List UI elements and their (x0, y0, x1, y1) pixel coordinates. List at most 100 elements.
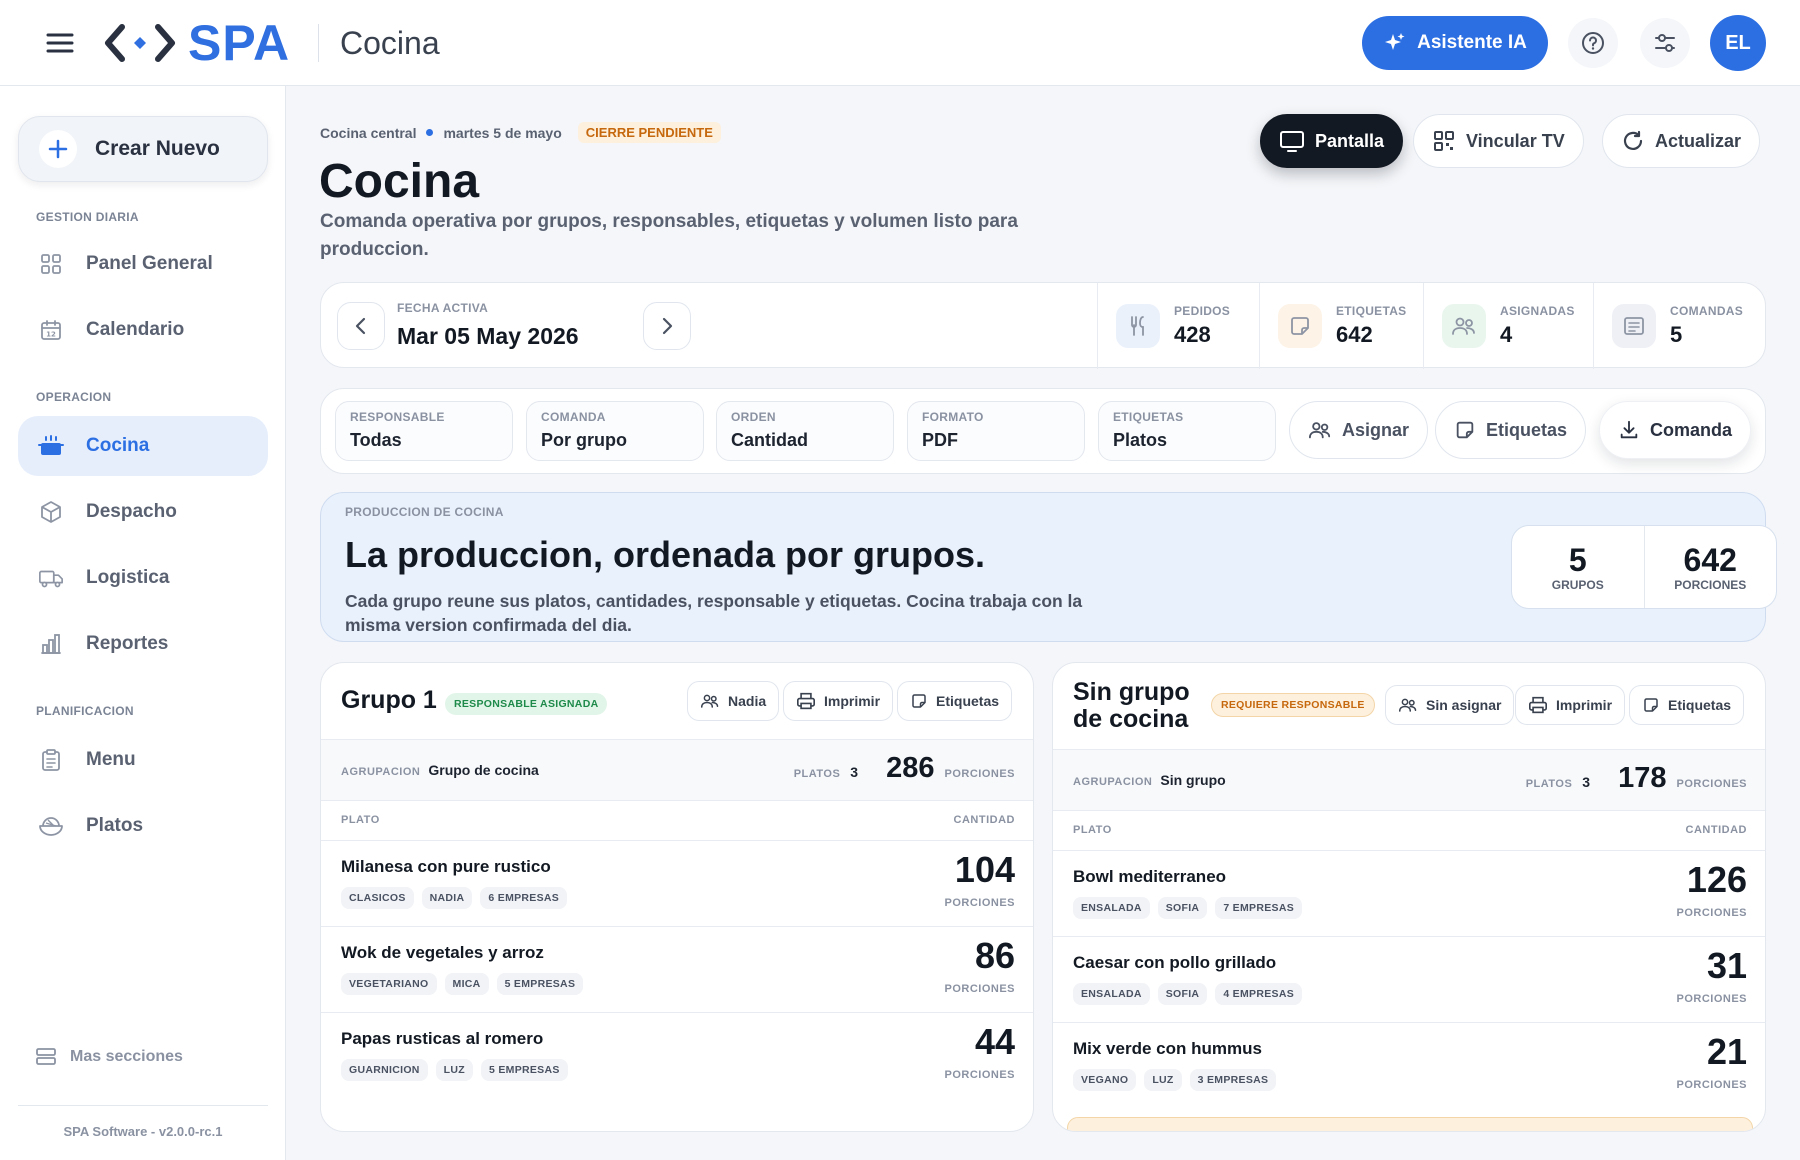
group-title: Grupo 1 (341, 686, 437, 714)
tag: 5 EMPRESAS (496, 973, 584, 995)
sidebar-item-cocina[interactable]: Cocina (18, 416, 268, 476)
filter-value: Por grupo (541, 430, 627, 450)
create-new-button[interactable]: Crear Nuevo (18, 116, 268, 182)
column-header-cantidad: CANTIDAD (1685, 824, 1747, 836)
assignee-button[interactable]: Sin asignar (1385, 685, 1515, 725)
download-comanda-button[interactable]: Comanda (1599, 401, 1752, 459)
requires-responsible-badge: REQUIERE RESPONSABLE (1211, 693, 1375, 717)
dish-name: Papas rusticas al romero (341, 1029, 544, 1048)
breadcrumb: Cocina central martes 5 de mayo CIERRE P… (320, 122, 721, 143)
table-row[interactable]: Bowl mediterraneo ENSALADA SOFIA 7 EMPRE… (1053, 851, 1765, 937)
section-heading-gestion: GESTION DIARIA (36, 210, 139, 224)
sidebar: Crear Nuevo GESTION DIARIA Panel General… (0, 86, 286, 1160)
filter-responsable[interactable]: RESPONSABLE Todas (335, 401, 513, 461)
sidebar-item-label: Cocina (86, 435, 150, 456)
help-button[interactable] (1568, 18, 1618, 68)
stat-label: GRUPOS (1551, 578, 1604, 592)
sidebar-item-platos[interactable]: Platos (18, 796, 268, 856)
print-label: Imprimir (824, 693, 881, 709)
dish-quantity-unit: PORCIONES (944, 1069, 1015, 1081)
sticker-icon (912, 694, 926, 708)
table-row[interactable]: Mix verde con hummus VEGANO LUZ 3 EMPRES… (1053, 1023, 1765, 1109)
download-icon (1620, 420, 1638, 439)
more-sections-label: Mas secciones (70, 1048, 183, 1065)
calendar-icon: 12 (38, 317, 64, 343)
sidebar-item-panel[interactable]: Panel General (18, 234, 268, 294)
dish-tags: VEGETARIANO MICA 5 EMPRESAS (341, 973, 584, 995)
total-portions: 286 (886, 752, 935, 784)
previous-day-button[interactable] (337, 302, 385, 350)
filter-comanda[interactable]: COMANDA Por grupo (526, 401, 704, 461)
print-button[interactable]: Imprimir (783, 681, 894, 721)
active-date-value: Mar 05 May 2026 (397, 323, 579, 349)
print-button[interactable]: Imprimir (1515, 685, 1626, 725)
monitor-icon (1280, 131, 1304, 152)
labels-label: Etiquetas (1668, 697, 1732, 713)
ai-assistant-button[interactable]: Asistente IA (1362, 16, 1548, 70)
menu-icon[interactable] (40, 24, 80, 62)
dish-name: Bowl mediterraneo (1073, 867, 1227, 886)
total-portions-unit: PORCIONES (1676, 778, 1747, 790)
labels-button[interactable]: Etiquetas (1435, 401, 1587, 459)
screen-mode-button[interactable]: Pantalla (1260, 114, 1404, 168)
next-day-button[interactable] (643, 302, 691, 350)
stat-label: ASIGNADAS (1500, 304, 1575, 318)
tag: 6 EMPRESAS (480, 887, 568, 909)
stat-value: 642 (1336, 322, 1373, 347)
refresh-label: Actualizar (1655, 130, 1742, 151)
active-date-label: FECHA ACTIVA (397, 301, 489, 315)
settings-button[interactable] (1640, 18, 1690, 68)
sidebar-item-reportes[interactable]: Reportes (18, 614, 268, 674)
sidebar-item-label: Menu (86, 749, 136, 770)
users-icon (1399, 698, 1417, 712)
sidebar-item-calendario[interactable]: 12 Calendario (18, 300, 268, 360)
app-logo[interactable]: SPA (104, 18, 290, 68)
labels-button[interactable]: Etiquetas (1629, 685, 1745, 725)
banner-title: La produccion, ordenada por grupos. (345, 534, 986, 575)
grouping-label: AGRUPACION (341, 766, 421, 778)
link-tv-button[interactable]: Vincular TV (1413, 114, 1584, 168)
sidebar-item-logistica[interactable]: Logistica (18, 548, 268, 608)
filter-label: COMANDA (541, 410, 606, 424)
users-icon (1442, 304, 1486, 348)
dish-name: Milanesa con pure rustico (341, 857, 551, 876)
sidebar-item-menu[interactable]: Menu (18, 730, 268, 790)
filter-label: ORDEN (731, 410, 776, 424)
tag: ENSALADA (1073, 897, 1150, 919)
active-date-bar: FECHA ACTIVA Mar 05 May 2026 PEDIDOS 428 … (320, 282, 1766, 369)
tag: VEGETARIANO (341, 973, 437, 995)
breadcrumb-date: martes 5 de mayo (443, 124, 562, 141)
user-avatar[interactable]: EL (1710, 15, 1766, 71)
filter-orden[interactable]: ORDEN Cantidad (716, 401, 894, 461)
labels-button[interactable]: Etiquetas (897, 681, 1013, 721)
tag: 7 EMPRESAS (1215, 897, 1303, 919)
table-row[interactable]: Wok de vegetales y arroz VEGETARIANO MIC… (321, 927, 1033, 1013)
link-tv-label: Vincular TV (1466, 130, 1565, 151)
screen-mode-label: Pantalla (1315, 130, 1385, 151)
more-sections-link[interactable]: Mas secciones (36, 1048, 183, 1066)
assign-button[interactable]: Asignar (1289, 401, 1429, 459)
stat-value: 642 (1683, 542, 1737, 578)
table-row[interactable]: Papas rusticas al romero GUARNICION LUZ … (321, 1013, 1033, 1099)
stat-grupos: 5 GRUPOS (1512, 526, 1644, 608)
table-row[interactable]: Milanesa con pure rustico CLASICOS NADIA… (321, 841, 1033, 927)
filter-label: RESPONSABLE (350, 410, 445, 424)
dishes-label: PLATOS (1525, 778, 1573, 790)
sidebar-item-label: Platos (86, 815, 144, 836)
filter-etiquetas[interactable]: ETIQUETAS Platos (1098, 401, 1276, 461)
table-row[interactable]: Caesar con pollo grillado ENSALADA SOFIA… (1053, 937, 1765, 1023)
group-totals: PLATOS 3 178 PORCIONES (1526, 762, 1747, 795)
sidebar-item-despacho[interactable]: Despacho (18, 482, 268, 542)
grouping: AGRUPACION Sin grupo (1073, 772, 1226, 788)
table-header: PLATO CANTIDAD (1053, 811, 1765, 851)
tag: NADIA (421, 887, 473, 909)
top-bar: SPA Cocina Asistente IA EL (0, 0, 1800, 86)
version-text: SPA Software - v2.0.0-rc.1 (63, 1124, 223, 1139)
refresh-button[interactable]: Actualizar (1602, 114, 1761, 168)
filter-value: Todas (350, 430, 402, 450)
group-summary: AGRUPACION Sin grupo PLATOS 3 178 PORCIO… (1053, 749, 1765, 811)
tag: 5 EMPRESAS (480, 1059, 568, 1081)
assignee-label: Sin asignar (1426, 697, 1502, 713)
assignee-button[interactable]: Nadia (687, 681, 780, 721)
filter-formato[interactable]: FORMATO PDF (907, 401, 1085, 461)
